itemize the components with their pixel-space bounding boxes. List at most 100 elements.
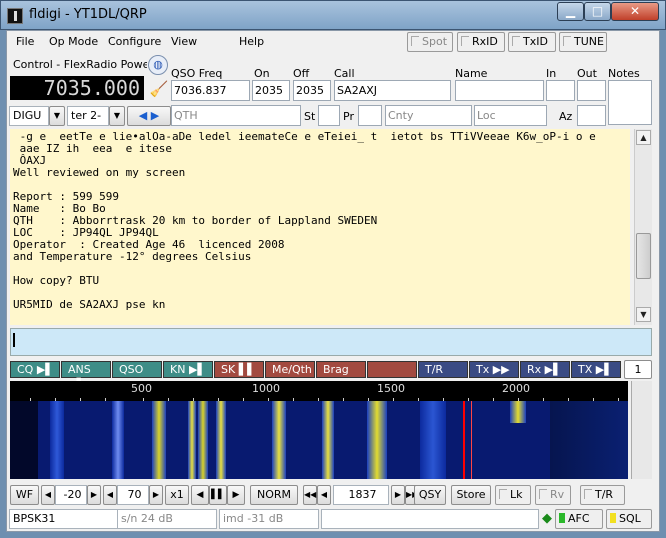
signal-trace	[152, 401, 166, 479]
macro-tx-button[interactable]: Tx ▶▶	[469, 361, 519, 378]
filter-select[interactable]: ter 2-3	[67, 106, 109, 140]
menu-file[interactable]: File	[16, 35, 34, 48]
lock-toggle[interactable]: Lk	[495, 485, 531, 505]
mode-select[interactable]: DIGU	[9, 106, 49, 126]
rst-in-label: In	[546, 67, 557, 80]
rig-control-label: Control - FlexRadio PowerSDR	[13, 58, 147, 71]
frequency-stepper[interactable]: ◀ ▶	[127, 106, 171, 126]
close-button[interactable]: ✕	[611, 2, 659, 21]
broom-icon[interactable]: 🧹	[148, 79, 170, 101]
macro-meqth-button[interactable]: Me/Qth	[265, 361, 315, 378]
time-off-field[interactable]: 2035	[293, 80, 331, 101]
qso-freq-field[interactable]: 7036.837	[171, 80, 250, 101]
signal-trace	[510, 401, 526, 423]
signal-trace	[322, 401, 334, 479]
globe-icon[interactable]: ◍	[148, 55, 168, 75]
menu-configure[interactable]: Configure	[108, 35, 161, 48]
slow-left-button[interactable]: ◀	[191, 485, 209, 505]
province-field[interactable]	[358, 105, 382, 126]
carrier-up[interactable]: ▶	[391, 485, 405, 505]
ref-level-down[interactable]: ◀	[41, 485, 55, 505]
frequency-display[interactable]: 7035.000	[10, 76, 144, 100]
minimize-button[interactable]: ▁	[557, 2, 584, 21]
ref-level-up[interactable]: ▶	[87, 485, 101, 505]
tune-toggle[interactable]: TUNE	[559, 32, 607, 52]
macro-tr-button[interactable]: T/R	[418, 361, 468, 378]
rst-out-field[interactable]	[577, 80, 606, 101]
waterfall-display[interactable]	[10, 401, 628, 479]
range-down[interactable]: ◀	[103, 485, 117, 505]
store-button[interactable]: Store	[451, 485, 491, 505]
time-on-label: On	[254, 67, 270, 80]
afc-toggle[interactable]: AFC	[555, 509, 603, 529]
range-field[interactable]: 70	[117, 485, 149, 505]
spot-toggle[interactable]: Spot	[407, 32, 453, 52]
macro-brag-button[interactable]: Brag	[316, 361, 366, 378]
signal-trace	[198, 401, 208, 479]
time-on-field[interactable]: 2035	[252, 80, 290, 101]
call-field[interactable]: SA2AXJ	[334, 80, 451, 101]
scroll-up-arrow[interactable]: ▲	[636, 130, 651, 145]
waterfall-mode-button[interactable]: WF	[10, 485, 39, 505]
squelch-toggle[interactable]: SQL	[606, 509, 652, 529]
transmit-text-panel[interactable]	[10, 328, 652, 356]
azimuth-field[interactable]	[577, 105, 606, 126]
macro-empty-button[interactable]	[367, 361, 417, 378]
signal-trace	[367, 401, 387, 479]
zoom-button[interactable]: x1	[165, 485, 189, 505]
signal-trace	[272, 401, 286, 479]
txid-toggle[interactable]: TxID	[508, 32, 556, 52]
qsy-button[interactable]: QSY	[414, 485, 446, 505]
filter-dropdown-arrow[interactable]: ▼	[109, 106, 125, 126]
macro-kn-button[interactable]: KN ▶▌	[163, 361, 213, 378]
scroll-thumb[interactable]	[636, 233, 651, 279]
speed-norm-button[interactable]: NORM	[250, 485, 298, 505]
waterfall-side-panel[interactable]	[631, 381, 652, 479]
waterfall-dark-edge	[10, 401, 38, 479]
receive-text-panel[interactable]: -g e eetTe e lie•alOa-aDe ledel ieemateC…	[10, 129, 630, 325]
ref-level-field[interactable]: -20	[55, 485, 87, 505]
country-field[interactable]: Cnty	[385, 105, 472, 126]
mode-dropdown-arrow[interactable]: ▼	[49, 106, 65, 126]
macro-sk-button[interactable]: SK ▌▌	[214, 361, 264, 378]
waterfall-scale[interactable]: 500 1000 1500 2000	[10, 381, 628, 407]
text-cursor	[13, 333, 15, 347]
pause-button[interactable]: ▌▌	[209, 485, 227, 505]
receive-scrollbar[interactable]: ▲ ▼	[634, 129, 652, 325]
macro-ans-button[interactable]: ANS ▶▌	[61, 361, 111, 391]
name-field[interactable]	[455, 80, 544, 101]
waterfall-noise	[550, 401, 628, 479]
macro-qso-button[interactable]: QSO ▶▶	[112, 361, 162, 391]
state-field[interactable]	[318, 105, 340, 126]
menu-view[interactable]: View	[171, 35, 197, 48]
qth-field[interactable]: QTH	[171, 105, 301, 126]
fast-right-button[interactable]: ▶	[227, 485, 245, 505]
rx-cursor-line	[471, 401, 472, 479]
macro-cq-button[interactable]: CQ ▶▌	[10, 361, 60, 378]
state-label: St	[304, 110, 316, 123]
range-up[interactable]: ▶	[149, 485, 163, 505]
carrier-fast-down[interactable]: ◀◀	[303, 485, 317, 505]
qth-label: QTH	[174, 109, 198, 122]
rst-in-field[interactable]	[546, 80, 575, 101]
rxid-toggle[interactable]: RxID	[457, 32, 505, 52]
tr-toggle[interactable]: T/R	[580, 485, 625, 505]
tick-label-1000: 1000	[252, 382, 280, 395]
call-label: Call	[334, 67, 355, 80]
menu-op-mode[interactable]: Op Mode	[49, 35, 98, 48]
maximize-button[interactable]: □	[584, 2, 611, 21]
carrier-down[interactable]: ◀	[317, 485, 331, 505]
time-off-label: Off	[293, 67, 310, 80]
locator-field[interactable]: Loc	[474, 105, 547, 126]
scroll-down-arrow[interactable]: ▼	[636, 307, 651, 322]
tick-label-2000: 2000	[502, 382, 530, 395]
notes-field[interactable]	[608, 80, 652, 125]
title-bar[interactable]: fldigi - YT1DL/QRP ▁ □ ✕	[0, 0, 666, 30]
macro-rx-button[interactable]: Rx ▶▌	[520, 361, 570, 378]
carrier-frequency-field[interactable]: 1837	[333, 485, 389, 505]
reverse-toggle[interactable]: Rv	[535, 485, 571, 505]
macro-page-indicator[interactable]: 1	[624, 360, 652, 379]
menu-help[interactable]: Help	[239, 35, 264, 48]
macro-tx2-button[interactable]: TX ▶▌	[571, 361, 621, 378]
qso-freq-label: QSO Freq	[171, 67, 223, 80]
